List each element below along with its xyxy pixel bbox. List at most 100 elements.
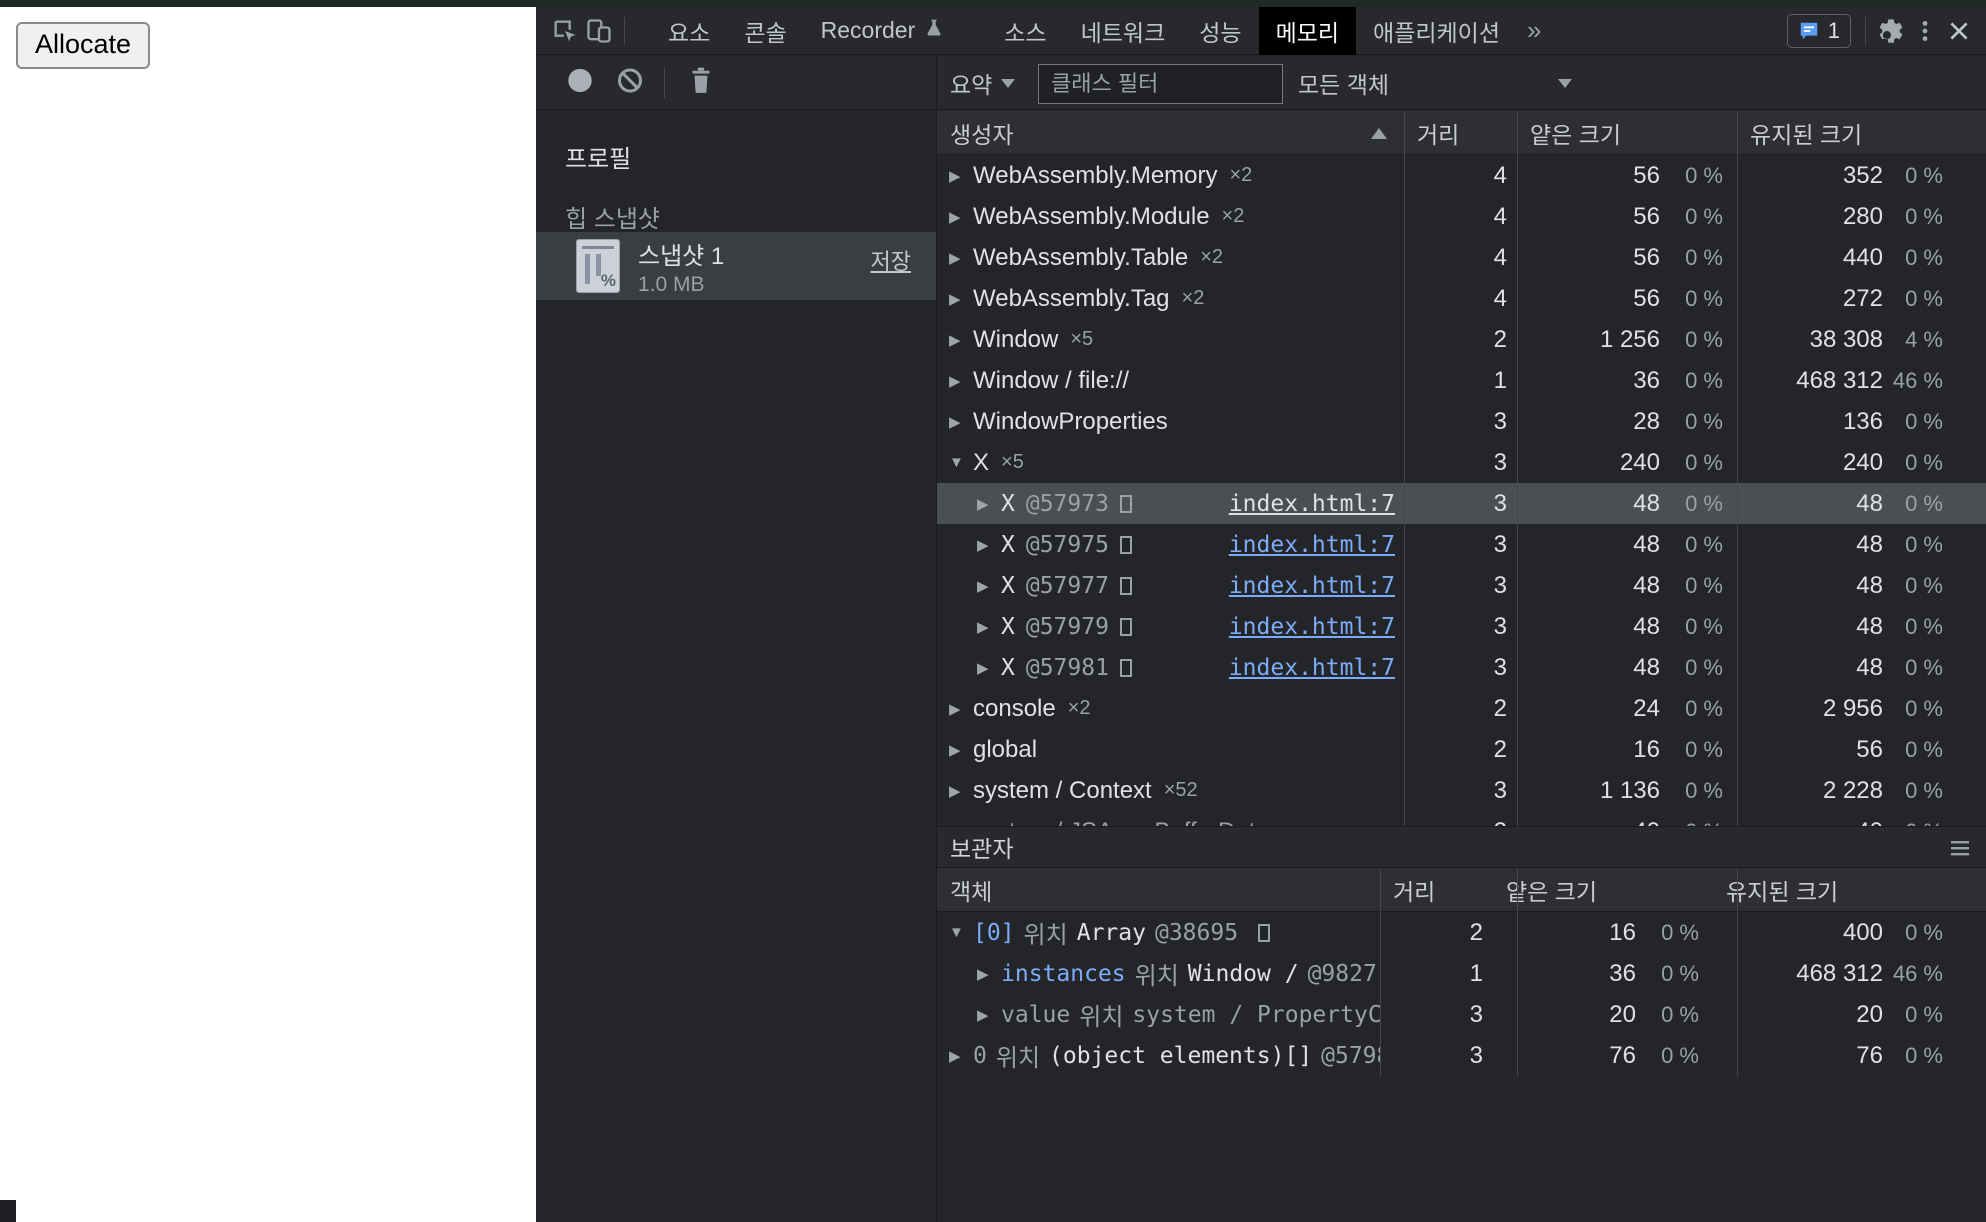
table-row[interactable]: ▶global2160 %560 % [937, 729, 1986, 770]
expander-collapsed-icon[interactable]: ▶ [949, 741, 973, 759]
sort-ascending-icon [1371, 128, 1387, 139]
constructor-name: WindowProperties [973, 408, 1168, 436]
table-row[interactable]: ▶WebAssembly.Module×24560 %2800 % [937, 196, 1986, 237]
table-row[interactable]: ▶X@57981index.html:73480 %480 % [937, 647, 1986, 688]
expander-collapsed-icon[interactable]: ▶ [949, 1047, 973, 1065]
inspect-element-icon[interactable] [548, 14, 582, 48]
expander-expanded-icon[interactable]: ▼ [949, 454, 973, 471]
shallow-size-cell: 560 % [1517, 203, 1737, 231]
expander-collapsed-icon[interactable]: ▶ [977, 536, 1001, 554]
table-row[interactable]: ▶console×22240 %2 9560 % [937, 688, 1986, 729]
more-tabs-button[interactable]: » [1517, 15, 1551, 46]
table-row[interactable]: ▶Window×521 2560 %38 3084 % [937, 319, 1986, 360]
perspective-select[interactable]: 요약 [950, 56, 1015, 110]
settings-gear-icon[interactable] [1874, 14, 1908, 48]
expander-collapsed-icon[interactable]: ▶ [977, 577, 1001, 595]
source-link[interactable]: index.html:7 [1229, 655, 1395, 681]
clear-profiles-icon[interactable] [616, 66, 644, 99]
object-part: system / PropertyCel [1132, 1002, 1380, 1028]
source-link[interactable]: index.html:7 [1229, 532, 1395, 558]
expander-collapsed-icon[interactable]: ▶ [977, 495, 1001, 513]
hamburger-menu-icon[interactable] [1948, 836, 1972, 866]
table-row[interactable]: ▶WebAssembly.Table×24560 %4400 % [937, 237, 1986, 278]
delete-trash-icon[interactable] [688, 66, 714, 99]
table-row[interactable]: ▶WebAssembly.Tag×24560 %2720 % [937, 278, 1986, 319]
allocate-button[interactable]: Allocate [16, 22, 150, 69]
table-row[interactable]: ▶Window / file://1360 %468 31246 % [937, 360, 1986, 401]
tab-sources[interactable]: 소스 [987, 7, 1063, 55]
table-row[interactable]: ▶X@57979index.html:73480 %480 % [937, 606, 1986, 647]
column-object[interactable]: 객체 [937, 868, 1380, 911]
class-filter-input[interactable] [1038, 64, 1283, 104]
column-distance[interactable]: 거리 [1380, 868, 1493, 911]
retainer-row[interactable]: ▶value위치system / PropertyCel3200 %200 % [937, 994, 1986, 1035]
table-row[interactable]: ▼X×532400 %2400 % [937, 442, 1986, 483]
tab-network[interactable]: 네트워크 [1064, 7, 1183, 55]
table-row[interactable]: ▶WebAssembly.Memory×24560 %3520 % [937, 155, 1986, 196]
table-row[interactable]: ▶X@57973index.html:73480 %480 % [937, 483, 1986, 524]
shallow-size-value: 48 [1633, 654, 1660, 682]
column-retained-size[interactable]: 유지된 크기 [1737, 111, 1986, 154]
retainer-row[interactable]: ▶0위치(object elements)[]@579833760 %760 % [937, 1035, 1986, 1076]
expander-collapsed-icon[interactable]: ▶ [949, 290, 973, 308]
device-toolbar-icon[interactable] [582, 14, 616, 48]
expander-collapsed-icon[interactable]: ▶ [949, 782, 973, 800]
source-link[interactable]: index.html:7 [1229, 491, 1395, 517]
expander-collapsed-icon[interactable]: ▶ [977, 965, 1001, 983]
expander-collapsed-icon[interactable]: ▶ [949, 249, 973, 267]
retainer-row[interactable]: ▶instances위치Window /@98271360 %468 31246… [937, 953, 1986, 994]
expander-collapsed-icon[interactable]: ▶ [949, 372, 973, 390]
record-heap-snapshot-icon[interactable] [566, 66, 594, 99]
column-shallow-size[interactable]: 얕은 크기 [1493, 868, 1713, 911]
expander-collapsed-icon[interactable]: ▶ [949, 413, 973, 431]
distance-value: 3 [1494, 531, 1507, 559]
tab-performance[interactable]: 성능 [1182, 7, 1258, 55]
table-row[interactable]: ▶X@57977index.html:73480 %480 % [937, 565, 1986, 606]
distance-value: 4 [1494, 162, 1507, 190]
shallow-size-percent: 0 % [1660, 655, 1723, 681]
retained-size-percent: 4 % [1883, 327, 1943, 353]
kebab-menu-icon[interactable] [1908, 14, 1942, 48]
expander-collapsed-icon[interactable]: ▶ [977, 1006, 1001, 1024]
tab-console[interactable]: 콘솔 [727, 7, 803, 55]
table-row[interactable]: ▶system / JSArrayBufferData2400 %400 % [937, 811, 1986, 826]
expander-collapsed-icon[interactable]: ▶ [977, 618, 1001, 636]
expander-collapsed-icon[interactable]: ▶ [949, 331, 973, 349]
column-retained-size[interactable]: 유지된 크기 [1713, 868, 1986, 911]
retained-size-percent: 0 % [1883, 920, 1943, 946]
distance-cell: 3 [1380, 1042, 1493, 1070]
source-link[interactable]: index.html:7 [1229, 614, 1395, 640]
tab-memory[interactable]: 메모리 [1259, 7, 1356, 55]
tab-elements[interactable]: 요소 [651, 7, 727, 55]
source-link[interactable]: index.html:7 [1229, 573, 1395, 599]
shallow-size-value: 48 [1633, 613, 1660, 641]
distance-cell: 3 [1404, 449, 1517, 477]
constructor-name: system / Context [973, 777, 1152, 805]
column-constructor[interactable]: 생성자 [937, 111, 1404, 154]
object-id: @57981 [1026, 655, 1109, 681]
column-shallow-size[interactable]: 얕은 크기 [1517, 111, 1737, 154]
table-row[interactable]: ▶WindowProperties3280 %1360 % [937, 401, 1986, 442]
tab-recorder[interactable]: Recorder [804, 7, 962, 55]
expander-expanded-icon[interactable]: ▼ [949, 924, 973, 941]
retained-size-cell: 1360 % [1737, 408, 1986, 436]
shallow-size-cell: 560 % [1517, 285, 1737, 313]
objects-filter-select[interactable]: 모든 객체 [1298, 56, 1389, 110]
constructor-cell: ▶X@57973index.html:7 [937, 491, 1404, 517]
expander-collapsed-icon[interactable]: ▶ [949, 208, 973, 226]
retainer-row[interactable]: ▼[0]위치Array@386952160 %4000 % [937, 912, 1986, 953]
constructor-cell: ▶console×2 [937, 695, 1404, 723]
retained-size-cell: 468 31246 % [1713, 960, 1986, 988]
table-row[interactable]: ▶X@57975index.html:73480 %480 % [937, 524, 1986, 565]
tab-application[interactable]: 애플리케이션 [1356, 7, 1517, 55]
expander-collapsed-icon[interactable]: ▶ [977, 659, 1001, 677]
expander-collapsed-icon[interactable]: ▶ [949, 167, 973, 185]
close-devtools-icon[interactable] [1942, 14, 1976, 48]
save-snapshot-link[interactable]: 저장 [871, 244, 911, 276]
snapshot-item[interactable]: % 스냅샷 1 1.0 MB 저장 [536, 232, 936, 300]
expander-collapsed-icon[interactable]: ▶ [949, 700, 973, 718]
table-row[interactable]: ▶system / Context×5231 1360 %2 2280 % [937, 770, 1986, 811]
issues-counter[interactable]: 1 [1787, 14, 1851, 48]
column-distance[interactable]: 거리 [1404, 111, 1517, 154]
constructor-name: WebAssembly.Tag [973, 285, 1170, 313]
